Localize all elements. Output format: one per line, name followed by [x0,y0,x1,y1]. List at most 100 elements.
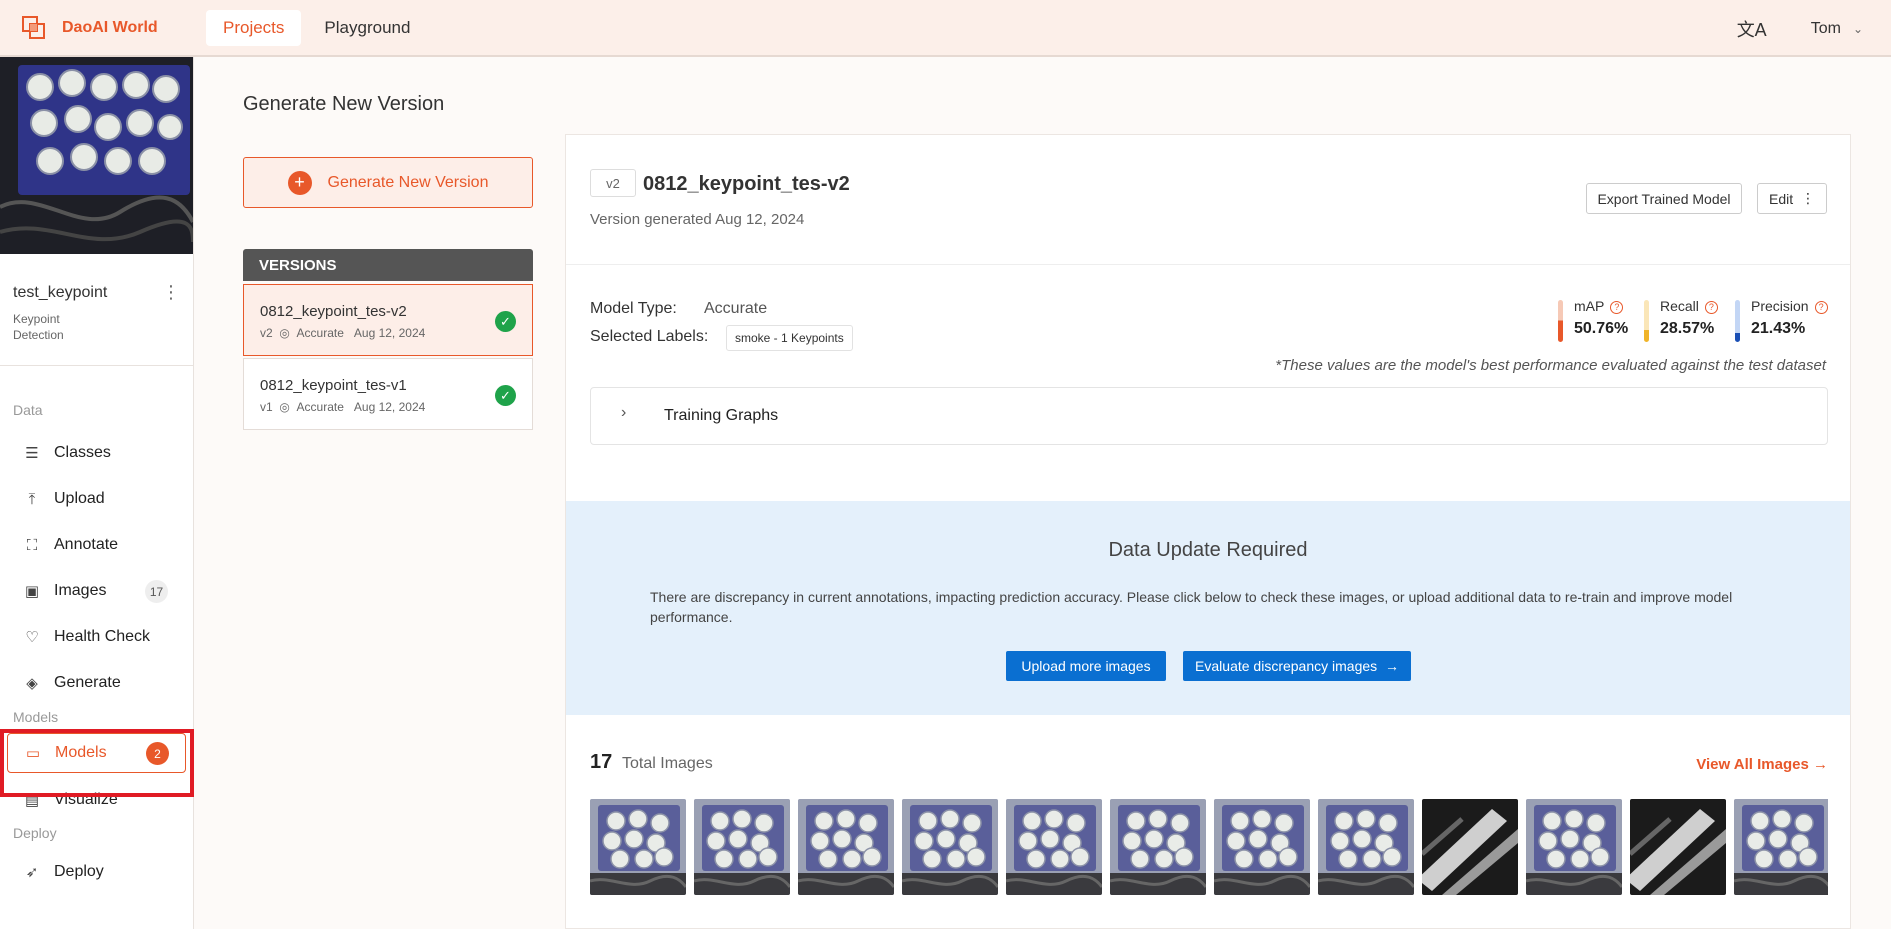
panel-divider [566,264,1850,265]
sidebar: test_keypoint ⋮ Keypoint Detection Data … [0,57,194,929]
version-tag: v2 [590,169,636,197]
project-thumbnail [0,57,193,254]
image-thumbnail[interactable] [1214,799,1310,895]
version-name: 0812_keypoint_tes-v1 [260,377,407,394]
map-value: 50.76% [1574,320,1629,337]
total-images-count: 17 [590,751,613,773]
image-thumbnail[interactable] [1630,799,1726,895]
sidebar-item-label: Visualize [54,791,118,808]
top-bar: DaoAI World Projects Playground 文A Tom ⌄ [0,0,1891,57]
versions-header: VERSIONS [243,249,533,281]
app-logo[interactable]: DaoAI World [20,14,206,42]
sidebar-item-label: Models [55,744,107,761]
version-card-v1[interactable]: 0812_keypoint_tes-v1 v1 ◎ Accurate Aug 1… [243,358,533,430]
check-icon: ✓ [495,311,516,332]
project-name: test_keypoint [13,283,108,301]
sidebar-item-health-check[interactable]: ♡ Health Check [0,614,193,660]
version-name: 0812_keypoint_tes-v2 [260,303,407,320]
images-count-badge: 17 [145,580,168,603]
arrow-right-icon: → [1813,756,1828,773]
recall-value: 28.57% [1660,320,1715,337]
models-count-badge: 2 [146,742,169,765]
sidebar-item-images[interactable]: ▣ Images 17 [0,568,193,614]
image-thumbnail[interactable] [798,799,894,895]
export-trained-model-button[interactable]: Export Trained Model [1586,183,1742,214]
recall-bar [1644,300,1649,342]
list-icon: ☰ [25,445,39,462]
view-all-images-link[interactable]: View All Images → [1696,756,1828,773]
help-icon[interactable]: ? [1610,301,1624,314]
image-thumbnail[interactable] [590,799,686,895]
map-bar [1558,300,1563,342]
document-icon: ▤ [24,792,40,809]
tab-projects[interactable]: Projects [206,9,302,46]
chevron-down-icon[interactable]: ⌄ [1853,22,1863,36]
sidebar-item-label: Deploy [54,863,104,880]
update-description: There are discrepancy in current annotat… [650,589,1733,625]
version-meta: v1 ◎ Accurate Aug 12, 2024 [260,400,426,414]
generate-new-version-button[interactable]: + Generate New Version [243,157,533,208]
sidebar-item-models[interactable]: ▭ Models 2 [7,733,186,773]
sidebar-item-deploy[interactable]: ➶ Deploy [0,849,193,895]
layers-icon: ◈ [26,675,38,692]
model-type-label: Model Type: [590,300,677,317]
sidebar-item-label: Upload [54,490,105,507]
plus-icon: + [287,170,312,195]
selected-label-chip: smoke - 1 Keypoints [726,325,853,351]
image-thumbnails [590,799,1828,896]
user-menu[interactable]: Tom [1811,20,1841,38]
chevron-right-icon: › [621,404,627,421]
tab-playground[interactable]: Playground [307,10,427,46]
sidebar-item-visualize[interactable]: ▤ Visualize [0,777,193,823]
sidebar-divider [0,365,193,366]
sidebar-item-label: Health Check [54,628,151,645]
version-meta: v2 ◎ Accurate Aug 12, 2024 [260,326,426,340]
version-generated-date: Version generated Aug 12, 2024 [590,211,805,228]
upload-more-images-button[interactable]: Upload more images [1006,651,1166,681]
sidebar-item-classes[interactable]: ☰ Classes [0,430,193,476]
help-icon[interactable]: ? [1704,301,1718,314]
image-thumbnail[interactable] [1006,799,1102,895]
version-title: 0812_keypoint_tes-v2 [643,173,850,195]
evaluate-discrepancy-images-button[interactable]: Evaluate discrepancy images → [1183,651,1411,681]
translate-icon[interactable]: 文A [1737,16,1767,42]
sidebar-item-annotate[interactable]: ⛶ Annotate [0,522,193,568]
image-thumbnail[interactable] [1734,799,1828,895]
target-icon: ◎ [279,326,290,340]
version-card-v2[interactable]: 0812_keypoint_tes-v2 v2 ◎ Accurate Aug 1… [243,284,533,356]
more-options-icon: ⋮ [1800,190,1815,206]
section-models: Models [13,709,59,725]
heart-pulse-icon: ♡ [25,629,39,646]
target-icon: ◎ [279,400,290,414]
sidebar-item-label: Annotate [54,536,119,553]
help-icon[interactable]: ? [1814,301,1828,314]
logo-icon [22,15,45,39]
more-options-icon[interactable]: ⋮ [162,282,180,303]
training-graphs-accordion[interactable]: › Training Graphs [590,387,1828,445]
sidebar-item-generate[interactable]: ◈ Generate [0,660,193,706]
images-icon: ▣ [24,583,40,600]
image-thumbnail[interactable] [1526,799,1622,895]
sidebar-item-label: Classes [54,444,111,461]
arrow-right-icon: → [1384,658,1399,674]
page-title: Generate New Version [243,93,445,115]
precision-value: 21.43% [1751,320,1806,337]
performance-note: *These values are the model's best perfo… [1275,357,1826,374]
section-deploy: Deploy [13,825,57,841]
image-thumbnail[interactable] [694,799,790,895]
edit-button[interactable]: Edit ⋮ [1757,183,1827,214]
section-data: Data [13,402,43,418]
selected-labels-label: Selected Labels: [590,328,709,345]
app-name: DaoAI World [62,18,158,36]
annotate-icon: ⛶ [26,536,38,554]
image-thumbnail[interactable] [1110,799,1206,895]
image-thumbnail[interactable] [1318,799,1414,895]
sidebar-item-upload[interactable]: ⤒ Upload [0,476,193,522]
image-thumbnail[interactable] [1422,799,1518,895]
sidebar-item-label: Generate [54,674,121,691]
project-type: Keypoint Detection [13,312,64,342]
update-title: Data Update Required [1108,539,1308,561]
training-graphs-label: Training Graphs [664,407,779,424]
image-thumbnail[interactable] [902,799,998,895]
folder-icon: ▭ [25,745,41,762]
